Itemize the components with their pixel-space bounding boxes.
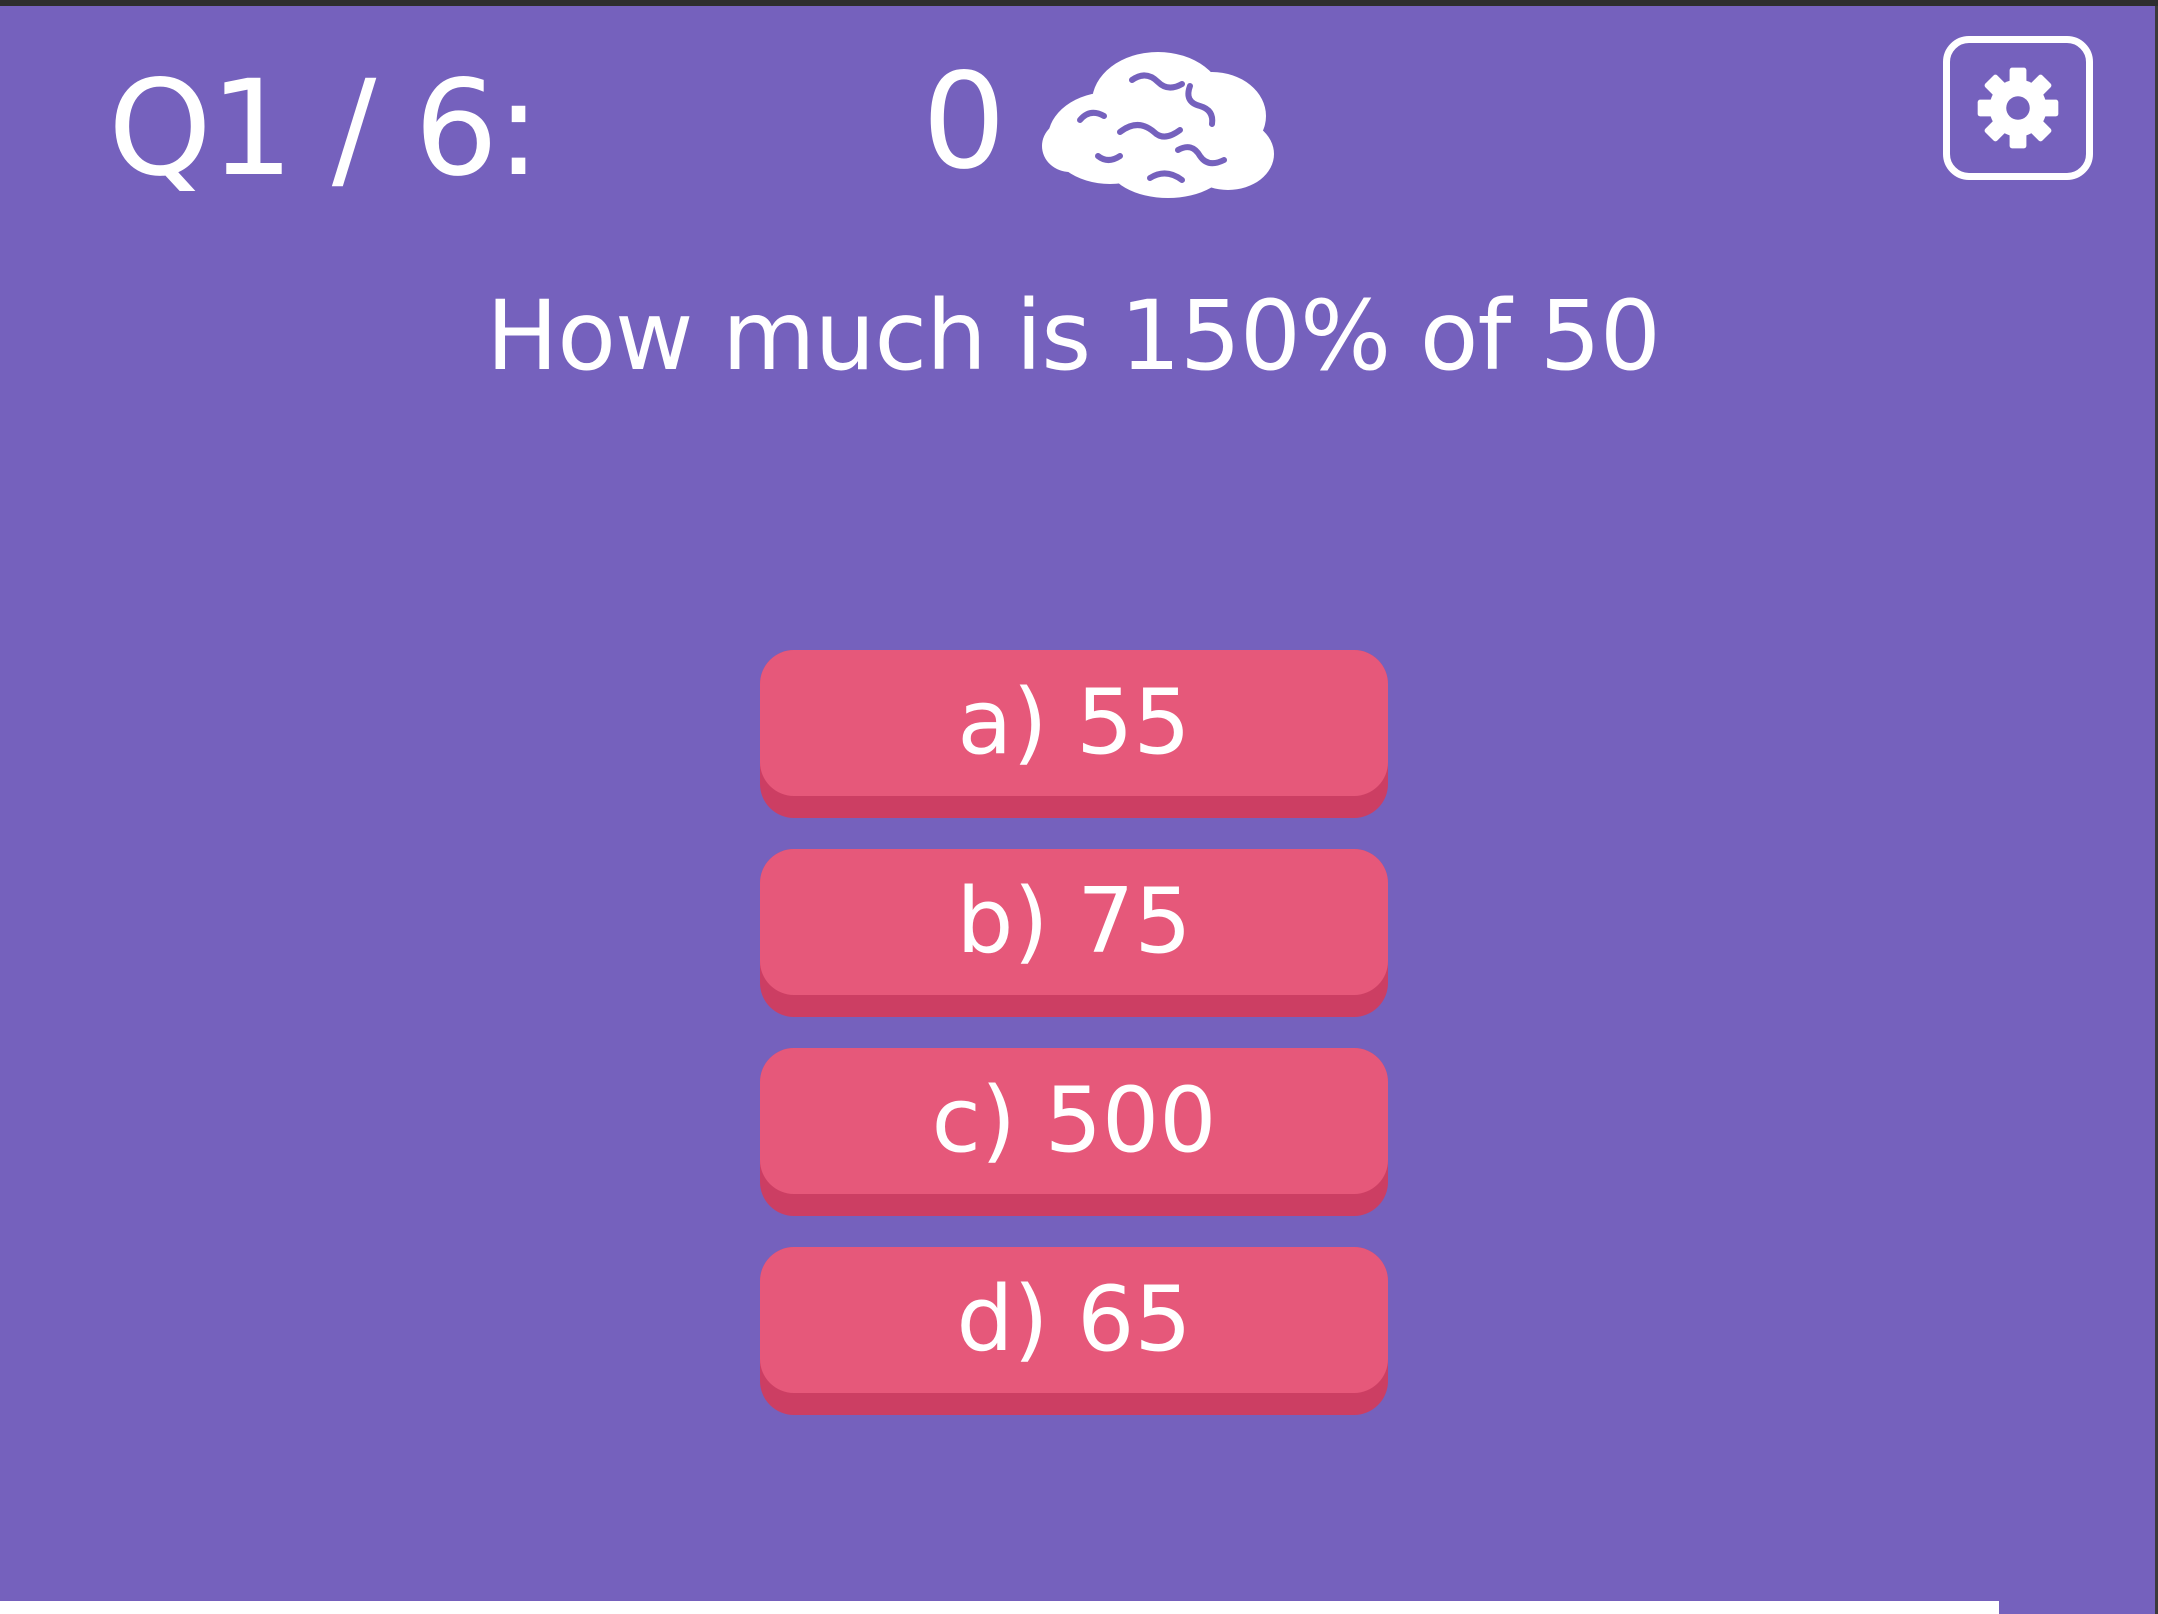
answer-label: c) 500	[760, 1048, 1388, 1194]
brain-icon	[1041, 52, 1274, 198]
answer-button-d[interactable]: d) 65	[760, 1247, 1388, 1415]
settings-button[interactable]	[1943, 36, 2093, 180]
app-frame: Q1 / 6: 0 How much is 150% of 50 a) 55 b…	[0, 0, 2158, 1614]
question-text: How much is 150% of 50	[486, 280, 1661, 392]
answer-label: a) 55	[760, 650, 1388, 796]
bottom-bar	[0, 1601, 1999, 1614]
score-value: 0	[922, 45, 1006, 199]
gear-icon	[1977, 67, 2059, 149]
score-display: 0	[922, 42, 1276, 202]
answer-button-c[interactable]: c) 500	[760, 1048, 1388, 1216]
quiz-screen: Q1 / 6: 0 How much is 150% of 50 a) 55 b…	[0, 6, 2155, 1614]
answer-list: a) 55 b) 75 c) 500 d) 65	[760, 650, 1388, 1446]
answer-label: d) 65	[760, 1247, 1388, 1393]
answer-button-a[interactable]: a) 55	[760, 650, 1388, 818]
answer-button-b[interactable]: b) 75	[760, 849, 1388, 1017]
answer-label: b) 75	[760, 849, 1388, 995]
question-counter: Q1 / 6:	[108, 52, 541, 206]
